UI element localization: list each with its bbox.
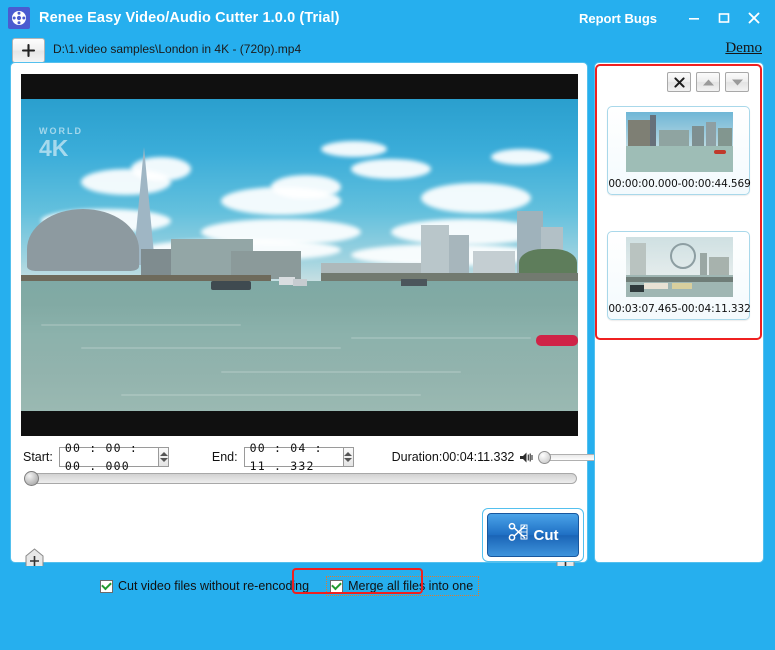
- cut-button-label: Cut: [533, 526, 559, 544]
- close-button[interactable]: [739, 0, 769, 36]
- end-time-stepper[interactable]: [344, 447, 354, 467]
- timeline-track[interactable]: [30, 473, 577, 484]
- timeline-playhead[interactable]: [24, 471, 39, 486]
- application-window: Renee Easy Video/Audio Cutter 1.0.0 (Tri…: [0, 0, 775, 650]
- clips-panel: 00:00:00.000-00:00:44.569 00:03:07.465-0…: [594, 62, 764, 563]
- clip-time-range: 00:03:07.465-00:04:11.332: [608, 303, 751, 315]
- move-clip-down-button[interactable]: [725, 72, 749, 92]
- options-row: Cut video files without re-encoding Merg…: [100, 576, 480, 596]
- merge-option-group[interactable]: Merge all files into one: [326, 576, 480, 596]
- video-preview[interactable]: WORLD 4K: [21, 74, 578, 436]
- water: [21, 281, 578, 411]
- video-frame: WORLD 4K: [21, 99, 578, 411]
- timeline-slider[interactable]: [24, 471, 577, 486]
- start-time-stepper[interactable]: [159, 447, 169, 467]
- file-path-text: D:\1.video samples\London in 4K - (720p)…: [53, 42, 302, 56]
- start-time-input[interactable]: 00 : 00 : 00 . 000: [58, 441, 160, 473]
- end-label: End:: [211, 450, 238, 464]
- bottom-bar: Cut video files without re-encoding Merg…: [0, 566, 775, 650]
- merge-files-checkbox[interactable]: [330, 579, 344, 593]
- maximize-button[interactable]: [709, 0, 739, 36]
- title-bar: Renee Easy Video/Audio Cutter 1.0.0 (Tri…: [0, 0, 775, 36]
- list-item[interactable]: 00:03:07.465-00:04:11.332: [607, 231, 751, 320]
- clip-thumbnail: [626, 112, 733, 172]
- video-watermark: WORLD 4K: [39, 126, 83, 161]
- report-bugs-link[interactable]: Report Bugs: [579, 11, 657, 26]
- trim-controls-row: Start: 00 : 00 : 00 . 000 End: 00 : 04 :…: [23, 441, 603, 473]
- add-file-button[interactable]: [12, 38, 45, 63]
- no-reencode-label: Cut video files without re-encoding: [118, 579, 310, 593]
- list-item[interactable]: 00:00:00.000-00:00:44.569: [607, 106, 751, 195]
- clip-thumbnail: [626, 237, 733, 297]
- demo-link[interactable]: Demo: [725, 40, 762, 57]
- minimize-button[interactable]: [679, 0, 709, 36]
- cut-button[interactable]: Cut: [487, 513, 579, 557]
- scissors-icon: [508, 522, 529, 548]
- speaker-icon[interactable]: [519, 451, 534, 464]
- film-reel-icon: [8, 7, 30, 29]
- player-panel: WORLD 4K Start: 00 : 00 : 00 . 000 End: …: [10, 62, 603, 617]
- window-title: Renee Easy Video/Audio Cutter 1.0.0 (Tri…: [39, 10, 340, 26]
- no-reencode-checkbox[interactable]: [100, 579, 113, 593]
- clip-time-range: 00:00:00.000-00:00:44.569: [608, 178, 751, 190]
- clips-toolbar: [667, 72, 749, 92]
- file-bar: D:\1.video samples\London in 4K - (720p)…: [0, 36, 775, 65]
- merge-files-label: Merge all files into one: [348, 579, 474, 593]
- move-clip-up-button[interactable]: [696, 72, 720, 92]
- duration-label: Duration:00:04:11.332: [391, 450, 515, 464]
- volume-slider[interactable]: [538, 451, 603, 464]
- end-time-input[interactable]: 00 : 04 : 11 . 332: [243, 441, 345, 473]
- start-label: Start:: [23, 450, 53, 464]
- delete-clip-button[interactable]: [667, 72, 691, 92]
